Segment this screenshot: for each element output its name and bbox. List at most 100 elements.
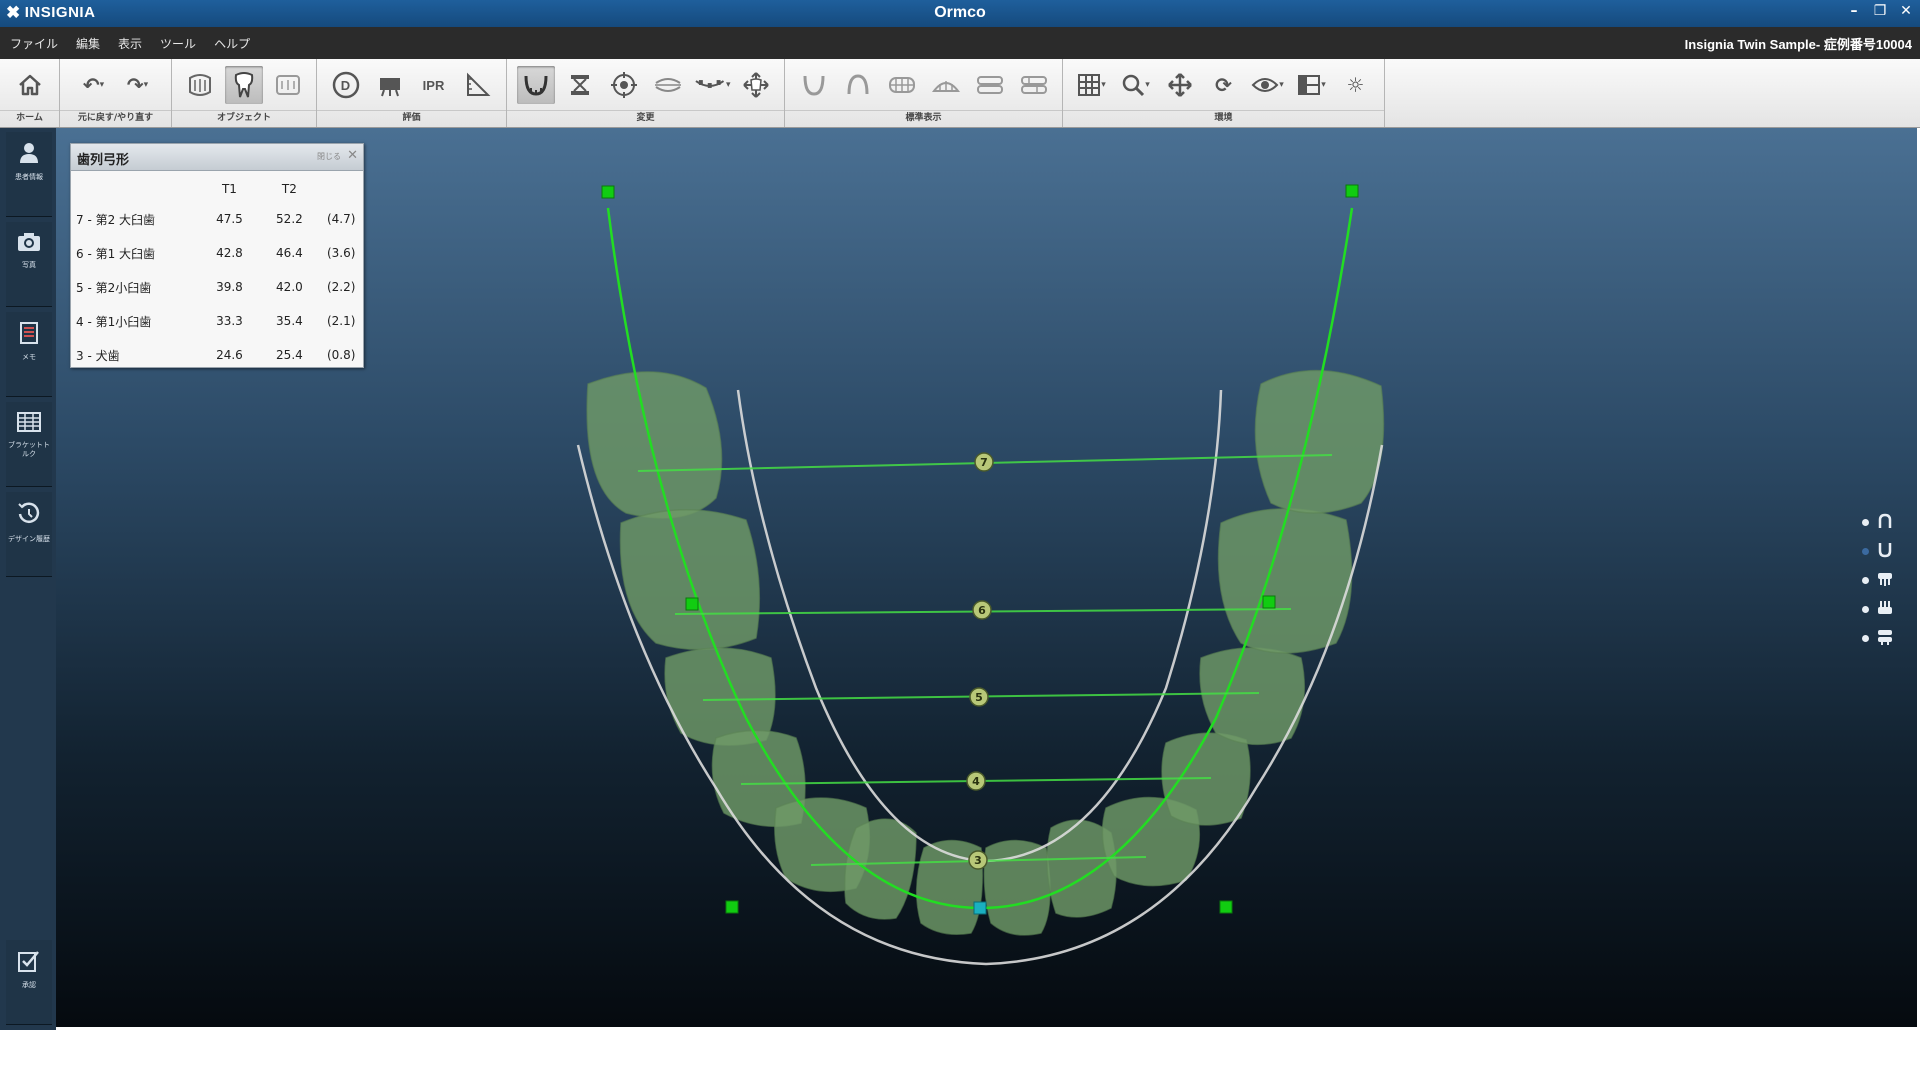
header-t1: T1 bbox=[221, 182, 237, 196]
gums-icon[interactable] bbox=[181, 66, 219, 104]
header-t2: T2 bbox=[281, 182, 297, 196]
row-tooth-name: 7 - 第2 大臼歯 bbox=[76, 212, 156, 227]
sidebar-item-patient-info[interactable]: 患者情報 bbox=[6, 132, 52, 217]
sidebar-item-memo[interactable]: メモ bbox=[6, 312, 52, 397]
toggle-upper-teeth[interactable] bbox=[1862, 566, 1902, 595]
toolbar-group-environment: ▾ ▾ ⟳ ▾ ▾ ☼ 環境 bbox=[1063, 59, 1385, 127]
timeline-icon[interactable] bbox=[561, 66, 599, 104]
person-icon bbox=[6, 142, 52, 171]
upper-arch-icon bbox=[1877, 513, 1893, 533]
tooth-icon[interactable] bbox=[225, 66, 263, 104]
close-button[interactable]: ✕ bbox=[1898, 3, 1914, 19]
model-base-icon[interactable] bbox=[269, 66, 307, 104]
panel-collapse-button[interactable]: 閉じる bbox=[317, 151, 341, 162]
zoom-icon[interactable]: ▾ bbox=[1117, 66, 1155, 104]
restore-button[interactable]: ❐ bbox=[1872, 3, 1888, 19]
row-t1-value: 47.5 bbox=[216, 212, 243, 226]
toggle-lower-teeth[interactable] bbox=[1862, 595, 1902, 624]
control-point-top-right[interactable] bbox=[1345, 184, 1359, 198]
move-tooth-icon[interactable] bbox=[737, 66, 775, 104]
menu-tools[interactable]: ツール bbox=[160, 35, 196, 52]
minimize-button[interactable]: – bbox=[1846, 3, 1862, 19]
camera-view-icon[interactable] bbox=[371, 66, 409, 104]
toggle-upper-arch[interactable] bbox=[1862, 508, 1902, 537]
front-view-icon[interactable] bbox=[883, 66, 921, 104]
control-point-center[interactable] bbox=[973, 901, 987, 915]
arch-marker-label-4: 4 bbox=[972, 775, 980, 788]
sidebar-label-memo: メモ bbox=[22, 353, 36, 361]
approve-icon bbox=[6, 950, 52, 979]
layout-icon[interactable]: ▾ bbox=[1293, 66, 1331, 104]
sidebar-item-design-history[interactable]: デザイン履歴 bbox=[6, 492, 52, 577]
control-point-bottom-left[interactable] bbox=[725, 900, 739, 914]
control-point-top-left[interactable] bbox=[601, 185, 615, 199]
d-button-label: D bbox=[340, 77, 351, 93]
arch-marker-label-6: 6 bbox=[978, 604, 986, 617]
control-point-mid-left[interactable] bbox=[685, 597, 699, 611]
target-icon[interactable] bbox=[605, 66, 643, 104]
right-view-icon[interactable] bbox=[1015, 66, 1053, 104]
toggle-lower-arch[interactable] bbox=[1862, 537, 1902, 566]
table-row: 5 - 第2小臼歯 39.8 42.0 (2.2) bbox=[71, 270, 363, 304]
sidebar-item-photos[interactable]: 写真 bbox=[6, 222, 52, 307]
table-row: 7 - 第2 大臼歯 47.5 52.2 (4.7) bbox=[71, 202, 363, 236]
left-sidebar: 患者情報 写真 メモ ブラケットトルク デザイン履歴 承認 bbox=[0, 128, 56, 1030]
ipr-button[interactable]: IPR bbox=[415, 66, 453, 104]
row-tooth-name: 5 - 第2小臼歯 bbox=[76, 280, 152, 295]
toolbar-group-evaluation: D IPR 評価 bbox=[317, 59, 507, 127]
sidebar-label-approve: 承認 bbox=[22, 981, 36, 989]
row-t1-value: 33.3 bbox=[216, 314, 243, 328]
control-point-bottom-right[interactable] bbox=[1219, 900, 1233, 914]
brightness-icon[interactable]: ☼ bbox=[1337, 66, 1375, 104]
brackets-icon[interactable]: ▾ bbox=[693, 66, 731, 104]
upper-view-icon[interactable] bbox=[795, 66, 833, 104]
panel-close-button[interactable]: ✕ bbox=[347, 148, 358, 163]
menu-edit[interactable]: 編集 bbox=[76, 35, 100, 52]
toggle-indicator bbox=[1862, 606, 1869, 613]
toggle-indicator bbox=[1862, 548, 1869, 555]
menu-file[interactable]: ファイル bbox=[10, 35, 58, 52]
arch-form-icon[interactable] bbox=[516, 66, 555, 104]
toolbar-group-standard-view: 標準表示 bbox=[785, 59, 1063, 127]
right-view-controls bbox=[1862, 508, 1902, 653]
row-diff-value: (0.8) bbox=[326, 348, 356, 362]
row-t1-value: 24.6 bbox=[216, 348, 243, 362]
redo-icon[interactable]: ↷ ▾ bbox=[119, 66, 157, 104]
table-row: 4 - 第1小臼歯 33.3 35.4 (2.1) bbox=[71, 304, 363, 338]
upper-teeth-icon bbox=[1877, 571, 1893, 591]
rotate-icon[interactable]: ⟳ bbox=[1205, 66, 1243, 104]
home-icon[interactable] bbox=[11, 66, 49, 104]
sidebar-item-bracket-torque[interactable]: ブラケットトルク bbox=[6, 402, 52, 487]
both-teeth-icon bbox=[1877, 629, 1893, 649]
table-row: 3 - 犬歯 24.6 25.4 (0.8) bbox=[71, 338, 363, 372]
undo-icon[interactable]: ↶ ▾ bbox=[75, 66, 113, 104]
group-label-environment: 環境 bbox=[1063, 110, 1384, 125]
left-view-icon[interactable] bbox=[971, 66, 1009, 104]
menu-help[interactable]: ヘルプ bbox=[214, 35, 250, 52]
grid-icon[interactable]: ▾ bbox=[1073, 66, 1111, 104]
sidebar-item-approve[interactable]: 承認 bbox=[6, 940, 52, 1025]
d-button[interactable]: D bbox=[327, 66, 365, 104]
menu-view[interactable]: 表示 bbox=[118, 35, 142, 52]
header-tooth bbox=[71, 176, 199, 202]
back-view-icon[interactable] bbox=[927, 66, 965, 104]
pan-icon[interactable] bbox=[1161, 66, 1199, 104]
header-diff bbox=[319, 176, 363, 202]
tooth-7-right bbox=[1254, 369, 1385, 514]
panel-title: 歯列弓形 bbox=[77, 153, 130, 168]
toggle-both-teeth[interactable] bbox=[1862, 624, 1902, 653]
group-label-standard-view: 標準表示 bbox=[785, 110, 1062, 125]
visibility-icon[interactable]: ▾ bbox=[1249, 66, 1287, 104]
design-history-icon bbox=[6, 502, 52, 533]
ipr-button-label: IPR bbox=[422, 77, 445, 93]
ruler-icon[interactable] bbox=[459, 66, 497, 104]
row-diff-value: (2.1) bbox=[326, 314, 356, 328]
sidebar-label-patient-info: 患者情報 bbox=[15, 173, 43, 181]
toggle-indicator bbox=[1862, 635, 1869, 642]
control-point-mid-right[interactable] bbox=[1262, 595, 1276, 609]
memo-icon bbox=[6, 322, 52, 351]
panel-header: 歯列弓形 閉じる ✕ bbox=[71, 144, 363, 171]
occlusion-icon[interactable] bbox=[649, 66, 687, 104]
row-tooth-name: 4 - 第1小臼歯 bbox=[76, 314, 152, 329]
lower-view-icon[interactable] bbox=[839, 66, 877, 104]
